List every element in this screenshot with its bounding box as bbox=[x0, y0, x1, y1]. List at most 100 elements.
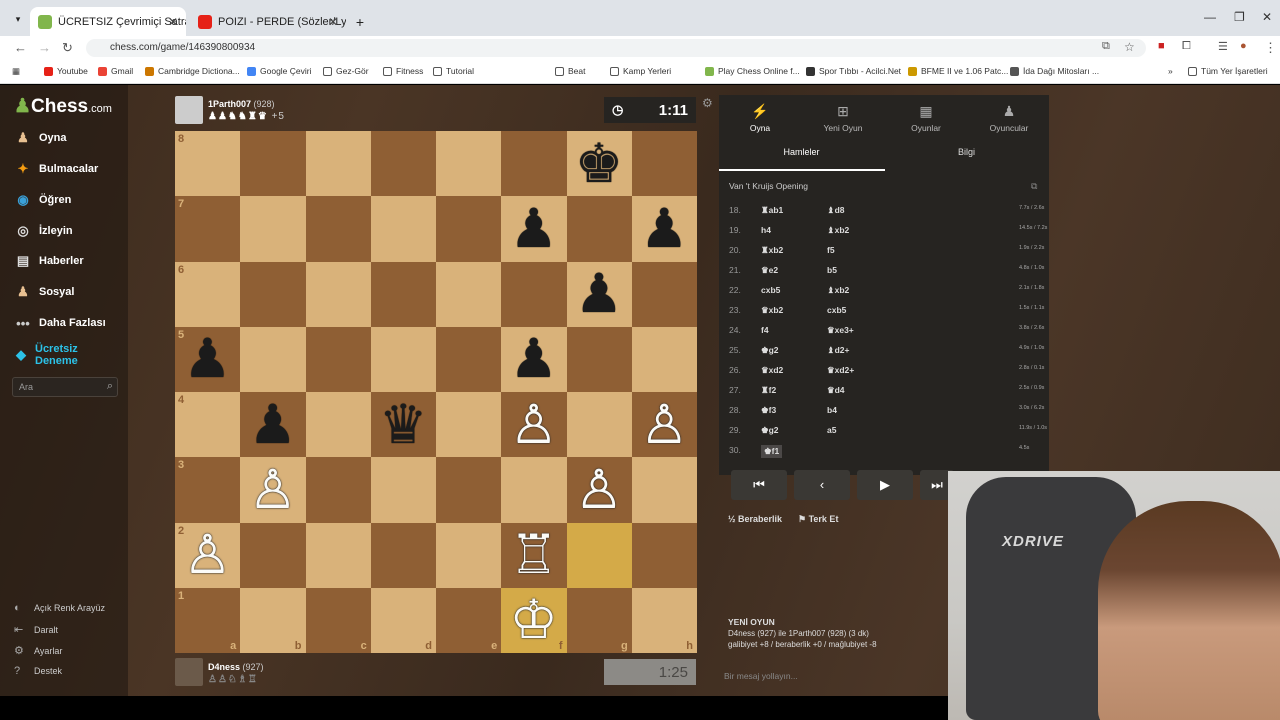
apps-icon[interactable]: ▦ bbox=[12, 66, 20, 77]
square-h3[interactable] bbox=[631, 457, 697, 523]
black-move[interactable]: b5 bbox=[827, 265, 837, 275]
piece-d4[interactable]: ♛ bbox=[371, 392, 436, 457]
subtab-info[interactable]: Bilgi bbox=[884, 147, 1049, 157]
square-d2[interactable] bbox=[370, 522, 436, 588]
square-a8[interactable]: 8 bbox=[175, 131, 241, 197]
reload-icon[interactable]: ↻ bbox=[62, 40, 73, 56]
sidebar-item-play[interactable]: ♟ Oyna bbox=[14, 130, 66, 146]
bottom-player-info[interactable]: D4ness (927) bbox=[208, 662, 264, 672]
square-g5[interactable] bbox=[566, 326, 632, 392]
square-g1[interactable]: g bbox=[566, 587, 632, 653]
white-move[interactable]: ♚f3 bbox=[761, 405, 776, 416]
square-e7[interactable] bbox=[436, 196, 502, 262]
square-b6[interactable] bbox=[240, 261, 306, 327]
square-a3[interactable]: 3 bbox=[175, 457, 241, 523]
square-h7[interactable]: ♟ bbox=[631, 196, 697, 262]
black-move[interactable]: a5 bbox=[827, 425, 836, 435]
square-a7[interactable]: 7 bbox=[175, 196, 241, 262]
bookmark-gmail[interactable]: Gmail bbox=[98, 66, 133, 76]
black-move[interactable]: ♛xd2+ bbox=[827, 365, 854, 376]
next-move-button[interactable]: ▶ bbox=[857, 470, 913, 500]
black-move[interactable]: ♝d2+ bbox=[827, 345, 850, 356]
piece-f7[interactable]: ♟ bbox=[501, 196, 566, 261]
install-icon[interactable]: ⧉ bbox=[1102, 40, 1110, 53]
square-b7[interactable] bbox=[240, 196, 306, 262]
square-g2[interactable] bbox=[566, 522, 632, 588]
square-h1[interactable]: h bbox=[631, 587, 697, 653]
white-move[interactable]: h4 bbox=[761, 225, 771, 235]
sidebar-item-watch[interactable]: ◎ İzleyin bbox=[14, 223, 72, 239]
square-e2[interactable] bbox=[436, 522, 502, 588]
sidebar-item-more[interactable]: ••• Daha Fazlası bbox=[14, 315, 105, 331]
square-h4[interactable]: ♙ bbox=[631, 392, 697, 458]
square-c2[interactable] bbox=[305, 522, 371, 588]
tab-list-button[interactable]: ▾ bbox=[8, 10, 28, 28]
square-a2[interactable]: 2 ♙ bbox=[175, 522, 241, 588]
extension-icon[interactable]: ■ bbox=[1158, 40, 1165, 52]
sidebar-item-news[interactable]: ▤ Haberler bbox=[14, 253, 84, 269]
resign-button[interactable]: ⚑ Terk Et bbox=[798, 514, 838, 525]
tab-new-game[interactable]: ⊞ Yeni Oyun bbox=[802, 103, 884, 133]
black-move[interactable]: ♝xb2 bbox=[827, 225, 849, 236]
white-move[interactable]: ♚f1 bbox=[761, 445, 783, 458]
bookmark-folder-fitness[interactable]: Fitness bbox=[383, 66, 423, 76]
square-g4[interactable] bbox=[566, 392, 632, 458]
piece-f4[interactable]: ♙ bbox=[501, 392, 566, 457]
black-move[interactable]: b4 bbox=[827, 405, 837, 415]
square-f7[interactable]: ♟ bbox=[501, 196, 567, 262]
square-h2[interactable] bbox=[631, 522, 697, 588]
board-settings-icon[interactable]: ⚙ bbox=[702, 96, 713, 110]
black-move[interactable]: f5 bbox=[827, 245, 835, 255]
square-c7[interactable] bbox=[305, 196, 371, 262]
square-c1[interactable]: c bbox=[305, 587, 371, 653]
piece-b4[interactable]: ♟ bbox=[240, 392, 305, 457]
sidebar-item-puzzles[interactable]: ✦ Bulmacalar bbox=[14, 161, 99, 177]
sidebar-item-social[interactable]: ♟ Sosyal bbox=[14, 284, 74, 300]
chess-logo[interactable]: ♟Chess.com bbox=[14, 95, 112, 118]
draw-button[interactable]: ½ Beraberlik bbox=[728, 514, 782, 524]
square-e4[interactable] bbox=[436, 392, 502, 458]
white-move[interactable]: ♚g2 bbox=[761, 425, 779, 436]
square-d4[interactable]: ♛ bbox=[370, 392, 436, 458]
white-move[interactable]: ♜ab1 bbox=[761, 205, 783, 216]
square-b3[interactable]: ♙ bbox=[240, 457, 306, 523]
black-move[interactable]: ♝xb2 bbox=[827, 285, 849, 296]
square-b4[interactable]: ♟ bbox=[240, 392, 306, 458]
square-b1[interactable]: b bbox=[240, 587, 306, 653]
bookmark-google-translate[interactable]: Google Çeviri bbox=[247, 66, 312, 76]
maximize-icon[interactable]: ❐ bbox=[1234, 10, 1245, 24]
square-f2[interactable]: ♖ bbox=[501, 522, 567, 588]
square-d7[interactable] bbox=[370, 196, 436, 262]
square-b8[interactable] bbox=[240, 131, 306, 197]
piece-b3[interactable]: ♙ bbox=[240, 457, 305, 522]
square-h8[interactable] bbox=[631, 131, 697, 197]
square-g8[interactable]: ♚ bbox=[566, 131, 632, 197]
square-b5[interactable] bbox=[240, 326, 306, 392]
sidebar-item-learn[interactable]: ◉ Öğren bbox=[14, 192, 71, 208]
bookmark-youtube[interactable]: Youtube bbox=[44, 66, 88, 76]
piece-h4[interactable]: ♙ bbox=[632, 392, 697, 457]
square-c3[interactable] bbox=[305, 457, 371, 523]
bookmark-folder-beat[interactable]: Beat bbox=[555, 66, 586, 76]
minimize-icon[interactable]: — bbox=[1204, 10, 1216, 24]
piece-f2[interactable]: ♖ bbox=[501, 523, 566, 588]
bookmark-folder-gez-gor[interactable]: Gez-Gör bbox=[323, 66, 369, 76]
tab-chess[interactable]: ÜCRETSIZ Çevrimiçi Satranç Oy ✕ bbox=[30, 7, 186, 36]
white-move[interactable]: ♛e2 bbox=[761, 265, 778, 276]
white-move[interactable]: ♜f2 bbox=[761, 385, 776, 396]
tab-play[interactable]: ⚡ Oyna bbox=[719, 103, 801, 133]
square-g6[interactable]: ♟ bbox=[566, 261, 632, 327]
square-c4[interactable] bbox=[305, 392, 371, 458]
square-e6[interactable] bbox=[436, 261, 502, 327]
square-a1[interactable]: 1a bbox=[175, 587, 241, 653]
collapse-button[interactable]: ⇤ Daralt bbox=[14, 623, 58, 636]
back-icon[interactable]: ← bbox=[14, 40, 27, 55]
bookmark-play-chess[interactable]: Play Chess Online f... bbox=[705, 66, 800, 76]
close-window-icon[interactable]: ✕ bbox=[1262, 10, 1272, 24]
black-move[interactable]: ♝d8 bbox=[827, 205, 845, 216]
profile-icon[interactable]: ● bbox=[1240, 40, 1247, 52]
black-move[interactable]: cxb5 bbox=[827, 305, 846, 315]
subtab-moves[interactable]: Hamleler bbox=[719, 147, 884, 157]
search-input[interactable]: Ara ⌕ bbox=[12, 377, 118, 397]
bookmark-cambridge[interactable]: Cambridge Dictiona... bbox=[145, 66, 240, 76]
